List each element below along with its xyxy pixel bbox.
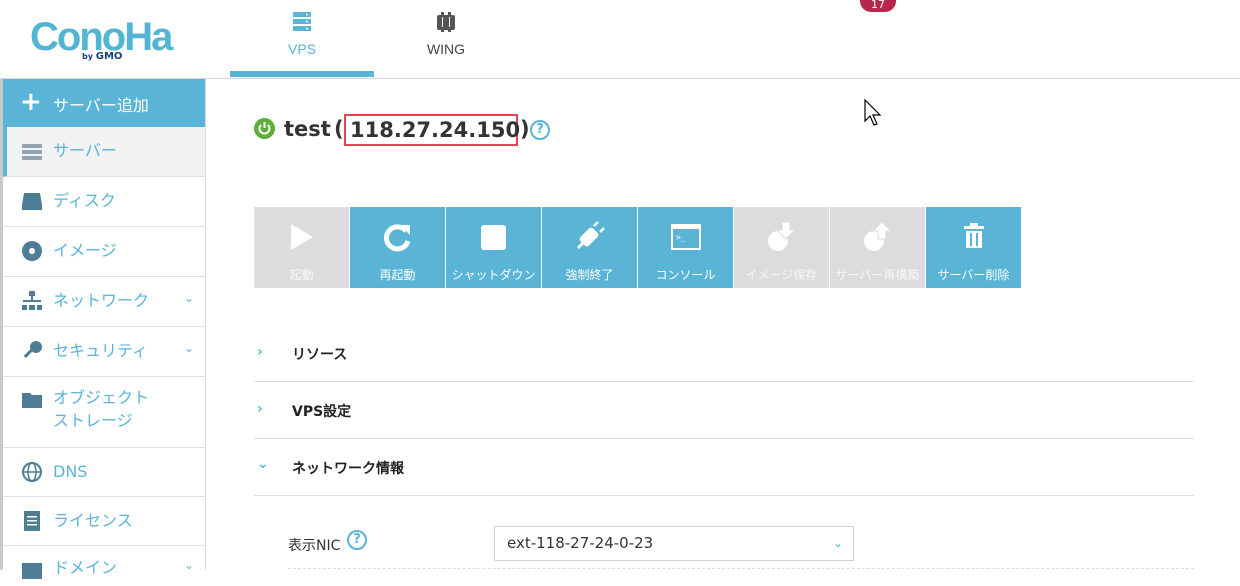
- save-image-label: イメージ保存: [745, 268, 818, 282]
- image-icon: [22, 241, 42, 261]
- sidebar-item-label-line2: ストレージ: [53, 411, 133, 430]
- restart-icon: [383, 224, 411, 252]
- section-resources-label: リソース: [292, 347, 348, 363]
- chevron-right-icon: ›: [257, 344, 263, 360]
- restart-button[interactable]: 再起動: [350, 207, 445, 288]
- shutdown-button[interactable]: シャットダウン: [446, 207, 541, 288]
- console-icon: >_: [671, 224, 701, 250]
- force-stop-button[interactable]: 強制終了: [542, 207, 637, 288]
- sidebar-item-label: ドメイン: [53, 558, 118, 577]
- ip-paren-close: ): [520, 117, 530, 141]
- nic-select-value: ext-118-27-24-0-23: [507, 534, 654, 552]
- server-name: test: [284, 117, 331, 141]
- start-label: 起動: [289, 268, 314, 282]
- tab-vps[interactable]: VPS: [230, 0, 374, 77]
- notification-badge[interactable]: 17: [860, 0, 896, 12]
- rebuild-icon: [864, 221, 893, 251]
- delete-server-label: サーバー削除: [937, 268, 1010, 282]
- sidebar-item-dns[interactable]: DNS: [3, 448, 205, 497]
- sidebar-item-disk[interactable]: ディスク: [3, 177, 205, 227]
- ip-paren-open: (: [334, 117, 344, 141]
- tab-wing-label: WING: [426, 41, 466, 57]
- chevron-down-icon: ⌄: [184, 341, 195, 355]
- divider: [288, 568, 1194, 569]
- add-server-button[interactable]: + サーバー追加: [3, 79, 205, 127]
- logo-subtext: by GMO: [82, 51, 123, 62]
- rebuild-server-label: サーバー再構築: [835, 268, 920, 282]
- sidebar-item-license[interactable]: ライセンス: [3, 497, 205, 546]
- disk-icon: [22, 193, 42, 210]
- sidebar-item-object-storage[interactable]: オブジェクト ストレージ: [3, 377, 205, 448]
- sidebar-item-label: オブジェクト: [53, 388, 150, 407]
- section-network-info-label: ネットワーク情報: [292, 461, 404, 477]
- conoha-logo[interactable]: ConoHa by GMO: [30, 14, 180, 64]
- sidebar-item-label: サーバー: [53, 141, 117, 160]
- rebuild-server-button[interactable]: サーバー再構築: [830, 207, 925, 288]
- wing-icon: [437, 12, 455, 32]
- folder-icon: [22, 393, 42, 408]
- delete-server-button[interactable]: サーバー削除: [926, 207, 1021, 288]
- section-resources[interactable]: › リソース: [254, 325, 1194, 382]
- play-icon: [291, 224, 313, 250]
- server-icon: [293, 12, 311, 31]
- server-ip-address: 118.27.24.150: [344, 114, 520, 146]
- console-label: コンソール: [655, 268, 716, 282]
- sidebar-item-label: ディスク: [53, 191, 116, 210]
- sidebar-item-label: ネットワーク: [53, 291, 150, 310]
- main-content: test ( 118.27.24.150 ) ? 起動 再起動 シャットダウン: [254, 79, 1214, 570]
- sidebar-item-label: ライセンス: [53, 511, 133, 530]
- section-vps-settings-label: VPS設定: [292, 404, 352, 420]
- sidebar: + サーバー追加 サーバー ディスク イメージ ネットワーク ⌄ セキュリティ …: [0, 79, 206, 579]
- console-button[interactable]: >_ コンソール: [638, 207, 733, 288]
- key-icon: [23, 341, 42, 358]
- globe-icon: [22, 462, 42, 482]
- image-save-icon: [768, 221, 797, 251]
- chevron-right-icon: ›: [257, 401, 263, 417]
- domain-icon: [22, 563, 42, 579]
- plus-icon: +: [20, 87, 42, 117]
- sidebar-item-image[interactable]: イメージ: [3, 227, 205, 277]
- nic-help-icon[interactable]: ?: [347, 530, 367, 550]
- sidebar-item-server[interactable]: サーバー: [3, 127, 205, 177]
- sidebar-item-label: DNS: [53, 462, 88, 481]
- network-icon: [22, 291, 42, 310]
- add-server-label: サーバー追加: [53, 96, 149, 115]
- mouse-cursor-icon: [864, 99, 882, 126]
- section-vps-settings[interactable]: › VPS設定: [254, 382, 1194, 439]
- svg-text:>_: >_: [676, 233, 686, 242]
- chevron-down-icon: ⌄: [257, 456, 269, 472]
- tab-wing[interactable]: WING: [374, 0, 518, 77]
- sidebar-item-label: イメージ: [53, 241, 117, 260]
- trash-icon: [964, 223, 984, 248]
- sidebar-item-network[interactable]: ネットワーク ⌄: [3, 277, 205, 327]
- nic-select[interactable]: ext-118-27-24-0-23 ⌄: [494, 526, 854, 561]
- stop-icon: [481, 225, 506, 250]
- force-stop-label: 強制終了: [565, 268, 614, 282]
- chevron-down-icon: ⌄: [832, 536, 843, 550]
- restart-label: 再起動: [379, 268, 416, 282]
- license-icon: [24, 511, 40, 531]
- shutdown-label: シャットダウン: [451, 268, 536, 282]
- nic-label: 表示NIC: [288, 538, 341, 554]
- plug-icon: [576, 221, 605, 250]
- top-bar: ConoHa by GMO VPS WING 17: [0, 0, 1240, 79]
- start-button[interactable]: 起動: [254, 207, 349, 288]
- sidebar-item-domain[interactable]: ドメイン ⌄: [3, 546, 205, 586]
- sidebar-item-label: セキュリティ: [53, 341, 149, 360]
- help-icon[interactable]: ?: [530, 120, 550, 140]
- tab-vps-label: VPS: [287, 41, 316, 57]
- server-list-icon: [22, 144, 42, 160]
- chevron-down-icon: ⌄: [184, 291, 195, 305]
- power-status-icon: [254, 118, 275, 139]
- section-network-info[interactable]: ⌄ ネットワーク情報: [254, 439, 1194, 496]
- save-image-button[interactable]: イメージ保存: [734, 207, 829, 288]
- sidebar-item-security[interactable]: セキュリティ ⌄: [3, 327, 205, 377]
